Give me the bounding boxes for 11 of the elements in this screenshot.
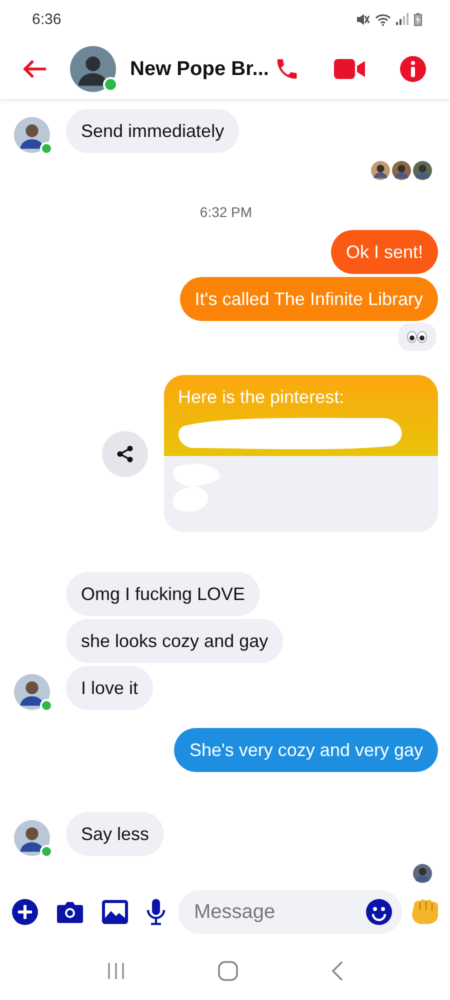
status-time: 6:36 [32,10,62,28]
message-bar[interactable]: Message [178,890,402,934]
message-bubble[interactable]: I love it [66,666,154,710]
message-bubble[interactable]: Say less [66,812,164,856]
message-bubble[interactable]: Omg I fucking LOVE [66,572,260,616]
message-bubble[interactable]: she looks cozy and gay [66,619,284,664]
message-input[interactable]: Message [194,900,366,924]
chat-title[interactable]: New Pope Br... [130,58,269,81]
timestamp: 6:32 PM [200,204,252,220]
message-text: Here is the pinterest: [178,387,346,408]
message-bubble[interactable]: Send immediately [66,109,240,154]
